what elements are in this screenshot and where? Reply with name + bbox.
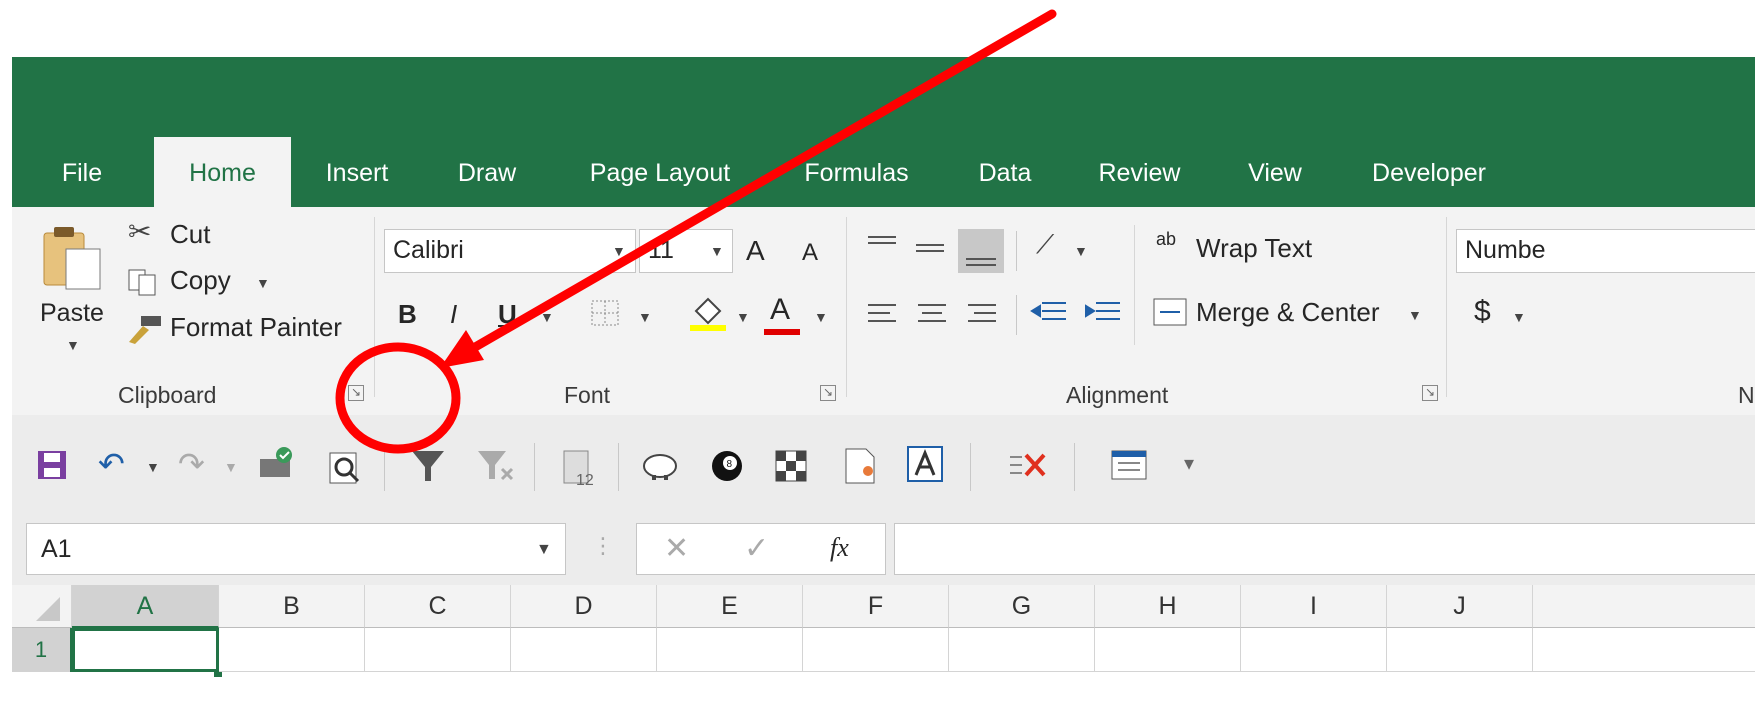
annotation-circle	[335, 342, 461, 454]
annotation-overlay	[335, 9, 1057, 454]
annotation-arrow	[465, 9, 1057, 355]
annotation-arrowhead-icon	[440, 330, 484, 368]
